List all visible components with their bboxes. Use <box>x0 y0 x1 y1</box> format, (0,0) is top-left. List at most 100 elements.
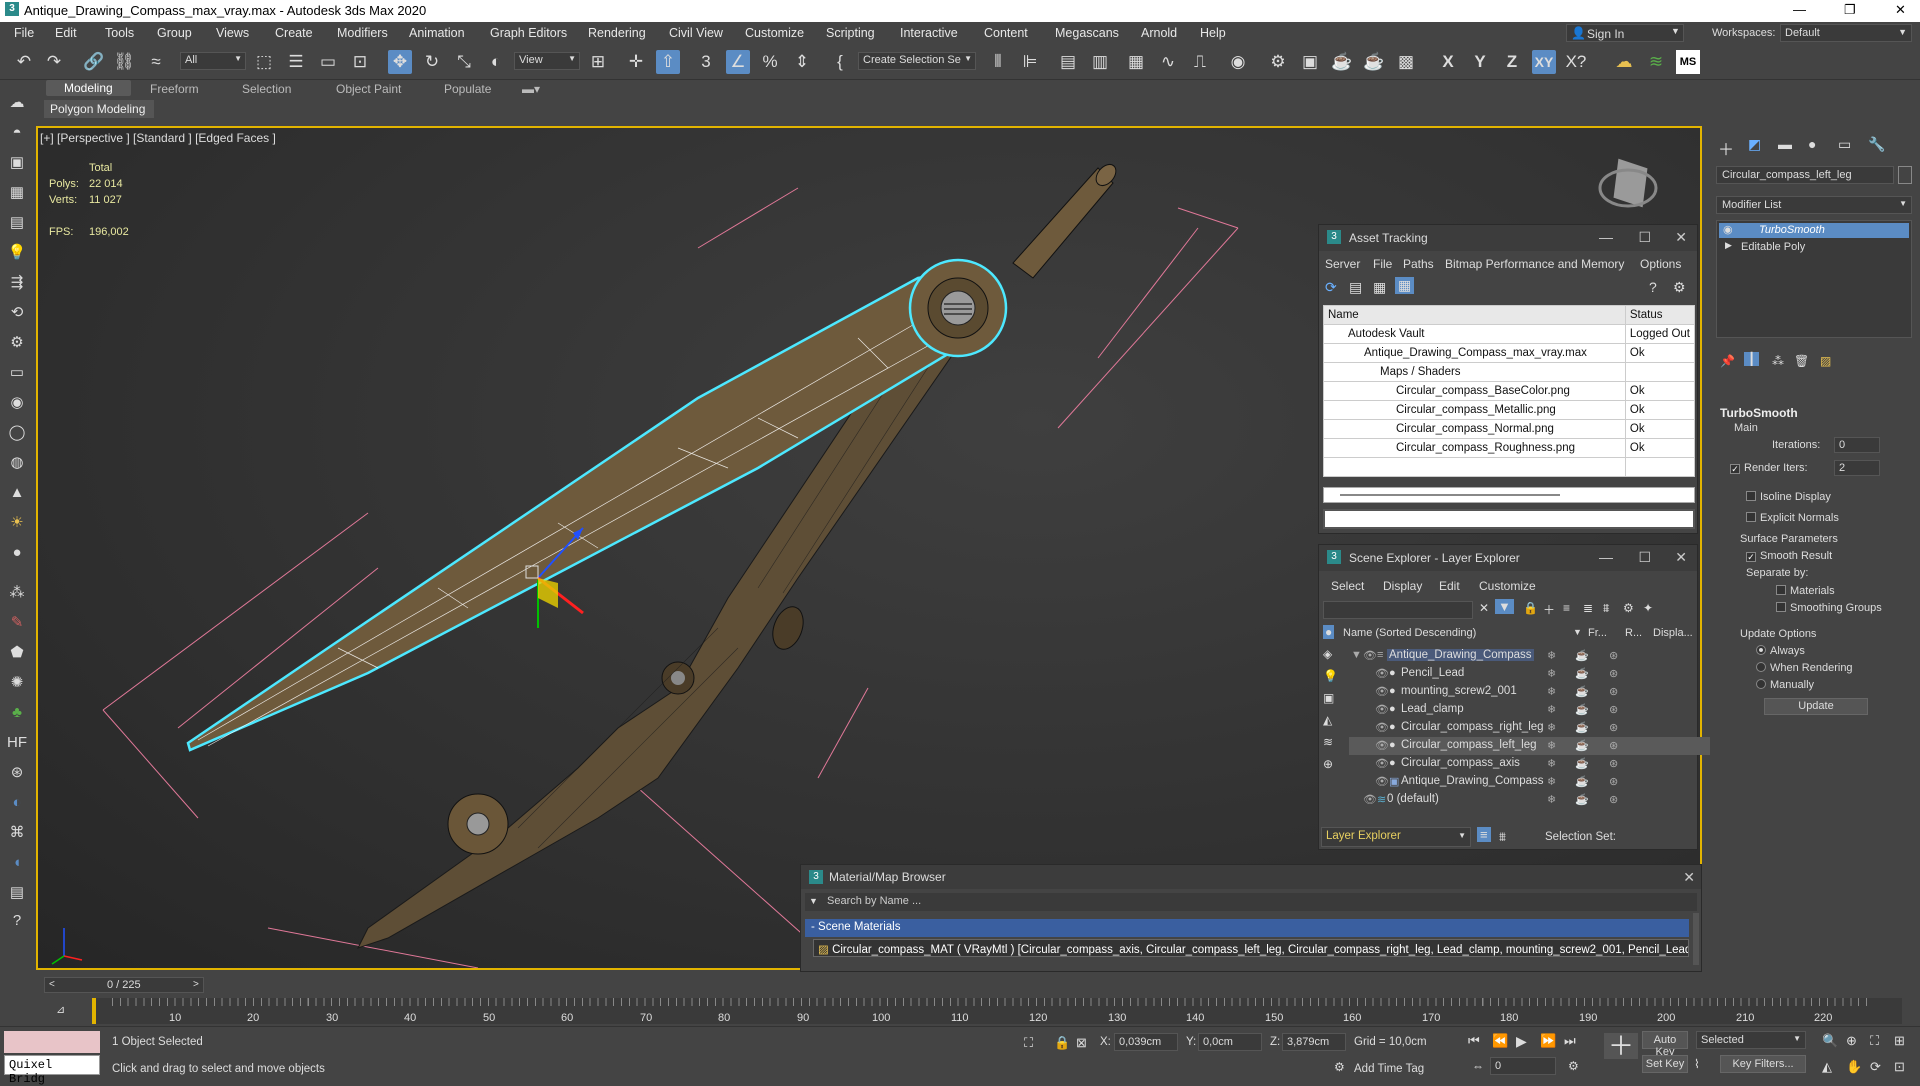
material-search-bar[interactable]: ▼ Search by Name ... <box>805 893 1697 911</box>
align-icon[interactable]: ⊫ <box>1018 50 1042 74</box>
table-row[interactable]: Maps / Shaders <box>1323 362 1696 382</box>
cylinder-icon[interactable]: ◯ <box>6 422 28 444</box>
add-time-tag[interactable]: Add Time Tag <box>1354 1063 1424 1075</box>
table-icon[interactable]: ▤ <box>6 212 28 234</box>
column-header-name[interactable]: Name <box>1323 305 1626 325</box>
curve-editor-toggle-icon[interactable]: ⊿ <box>56 1003 65 1016</box>
unlink-icon[interactable]: ⛓ <box>112 50 136 74</box>
select-rotate-icon[interactable]: ↻ <box>420 50 444 74</box>
zoom-all-icon[interactable]: ⊕ <box>1846 1033 1857 1049</box>
display-bones-icon[interactable]: ⊕ <box>1323 757 1333 771</box>
auto-key-button[interactable]: Auto Key <box>1642 1031 1688 1058</box>
particle-icon[interactable]: ⁂ <box>6 582 28 604</box>
create-icon[interactable]: ☁ <box>6 92 28 114</box>
rendered-frame-window-icon[interactable]: ▣ <box>1298 50 1322 74</box>
render-online-icon[interactable]: ▩ <box>1394 50 1418 74</box>
select-object-icon[interactable]: ⬚ <box>252 50 276 74</box>
pan-icon[interactable]: ✋ <box>1846 1059 1862 1075</box>
key-mode-dropdown[interactable]: Selected ▼ <box>1696 1031 1806 1049</box>
render-icon[interactable]: ◐ <box>6 792 28 814</box>
render-teapot-icon[interactable]: ☕ <box>1575 793 1589 806</box>
render-teapot-icon[interactable]: ☕ <box>1575 775 1589 788</box>
close-icon[interactable]: ✕ <box>1683 869 1695 886</box>
column-header-display[interactable]: Displa... <box>1653 627 1693 639</box>
menu-content[interactable]: Content <box>984 26 1028 40</box>
z-coord-field[interactable]: 3,879cm <box>1282 1033 1346 1051</box>
display-icon[interactable]: ⊛ <box>1609 739 1618 752</box>
maxscript-listener-pink[interactable] <box>4 1031 100 1053</box>
selection-lock-icon[interactable]: 🔒 <box>1054 1035 1070 1051</box>
table-row[interactable]: Circular_compass_BaseColor.png Ok <box>1323 381 1696 401</box>
display-helpers-icon[interactable]: ◭ <box>1323 713 1332 727</box>
axis-z-button[interactable]: Z <box>1500 50 1524 74</box>
smooth-result-checkbox[interactable]: ✓ Smooth Result <box>1746 550 1832 562</box>
freeze-icon[interactable]: ❄ <box>1547 649 1556 662</box>
restore-icon[interactable]: ❐ <box>1844 2 1856 18</box>
scrollbar-thumb[interactable] <box>1340 494 1560 496</box>
table-view-icon[interactable]: ▦ <box>1395 277 1415 294</box>
refresh-icon[interactable]: ⟳ <box>1325 279 1337 296</box>
display-icon[interactable]: ⊛ <box>1609 721 1618 734</box>
render-teapot-icon[interactable]: ☕ <box>1575 721 1589 734</box>
object-row-selected[interactable]: 👁 ● Circular_compass_left_leg ❄ ☕ ⊛ <box>1349 737 1719 755</box>
material-search-input[interactable]: Search by Name ... <box>827 895 921 907</box>
table-row[interactable]: Antique_Drawing_Compass_max_vray.max Ok <box>1323 343 1696 363</box>
visibility-eye-icon[interactable]: 👁 <box>1375 667 1389 680</box>
object-row[interactable]: 👁 ▣ Antique_Drawing_Compass ❄ ☕ ⊛ <box>1349 773 1719 791</box>
schematic-view-icon[interactable]: ⎍ <box>1188 50 1212 74</box>
help-icon[interactable]: ? <box>1649 279 1657 295</box>
set-key-button[interactable]: Set Key <box>1642 1055 1688 1073</box>
table-row[interactable]: Circular_compass_Normal.png Ok <box>1323 419 1696 439</box>
render-teapot-icon[interactable]: ☕ <box>1575 757 1589 770</box>
layer-row[interactable]: 👁 ≋ 0 (default) ❄ ☕ ⊛ <box>1349 791 1719 809</box>
torus-icon[interactable]: ◍ <box>6 452 28 474</box>
expand-icon[interactable]: ▼ <box>1351 649 1362 661</box>
grid-icon[interactable]: ▦ <box>6 182 28 204</box>
sun-icon[interactable]: ☀ <box>6 512 28 534</box>
menu-megascans[interactable]: Megascans <box>1055 26 1119 40</box>
at-menu-options[interactable]: Options <box>1640 257 1681 271</box>
visibility-eye-icon[interactable]: 👁 <box>1375 739 1389 752</box>
explorer-icon[interactable]: ◖ <box>6 852 28 874</box>
visibility-eye-icon[interactable]: 👁 <box>1363 793 1377 806</box>
visibility-eye-icon[interactable]: 👁 <box>1375 685 1389 698</box>
table-row[interactable]: Circular_compass_Metallic.png Ok <box>1323 400 1696 420</box>
freeze-icon[interactable]: ❄ <box>1547 667 1556 680</box>
always-radio[interactable]: Always <box>1756 645 1805 657</box>
named-selection-dropdown[interactable]: Create Selection Se ▼ <box>858 52 976 70</box>
display-lights-icon[interactable]: 💡 <box>1323 669 1338 683</box>
menu-help[interactable]: Help <box>1200 26 1226 40</box>
menu-file[interactable]: File <box>14 26 34 40</box>
se-menu-customize[interactable]: Customize <box>1479 579 1536 593</box>
x-coord-field[interactable]: 0,039cm <box>1114 1033 1178 1051</box>
time-config-icon[interactable]: ⚙ <box>1568 1059 1579 1073</box>
camera-icon[interactable]: ⇶ <box>6 272 28 294</box>
visibility-eye-icon[interactable]: 👁 <box>1375 757 1389 770</box>
render-teapot-icon[interactable]: ☕ <box>1575 649 1589 662</box>
tab-freeform[interactable]: Freeform <box>150 82 199 96</box>
select-by-name-icon[interactable]: ☰ <box>284 50 308 74</box>
key-filters-button[interactable]: Key Filters... <box>1720 1055 1806 1073</box>
minimize-icon[interactable]: — <box>1599 229 1613 245</box>
menu-customize[interactable]: Customize <box>745 26 804 40</box>
selection-filter-dropdown[interactable]: All ▼ <box>180 52 246 70</box>
menu-graph-editors[interactable]: Graph Editors <box>490 26 567 40</box>
display-objects-icon[interactable]: ● <box>1323 625 1335 639</box>
absolute-mode-icon[interactable]: ⊠ <box>1076 1035 1087 1051</box>
vertical-scrollbar[interactable] <box>1693 913 1699 965</box>
display-tab-icon[interactable]: ▭ <box>1838 136 1851 153</box>
show-end-result-icon[interactable]: ┃ <box>1744 352 1760 366</box>
toggle-ribbon-icon[interactable]: ▦ <box>1124 50 1148 74</box>
menu-arnold[interactable]: Arnold <box>1141 26 1177 40</box>
box-icon[interactable]: ▣ <box>6 152 28 174</box>
sort-descending-icon[interactable]: ▼ <box>1573 627 1582 637</box>
vray-icon[interactable]: ⊛ <box>6 762 28 784</box>
material-browser-titlebar[interactable]: 3 Material/Map Browser ✕ <box>801 865 1701 889</box>
time-slider[interactable]: < 0 / 225 > <box>44 977 204 993</box>
scene-search-input[interactable] <box>1323 601 1473 619</box>
menu-group[interactable]: Group <box>157 26 192 40</box>
percent-snap-icon[interactable]: % <box>758 50 782 74</box>
zoom-icon[interactable]: 🔍 <box>1822 1033 1838 1049</box>
bind-space-warp-icon[interactable]: ≈ <box>144 50 168 74</box>
se-menu-edit[interactable]: Edit <box>1439 579 1460 593</box>
